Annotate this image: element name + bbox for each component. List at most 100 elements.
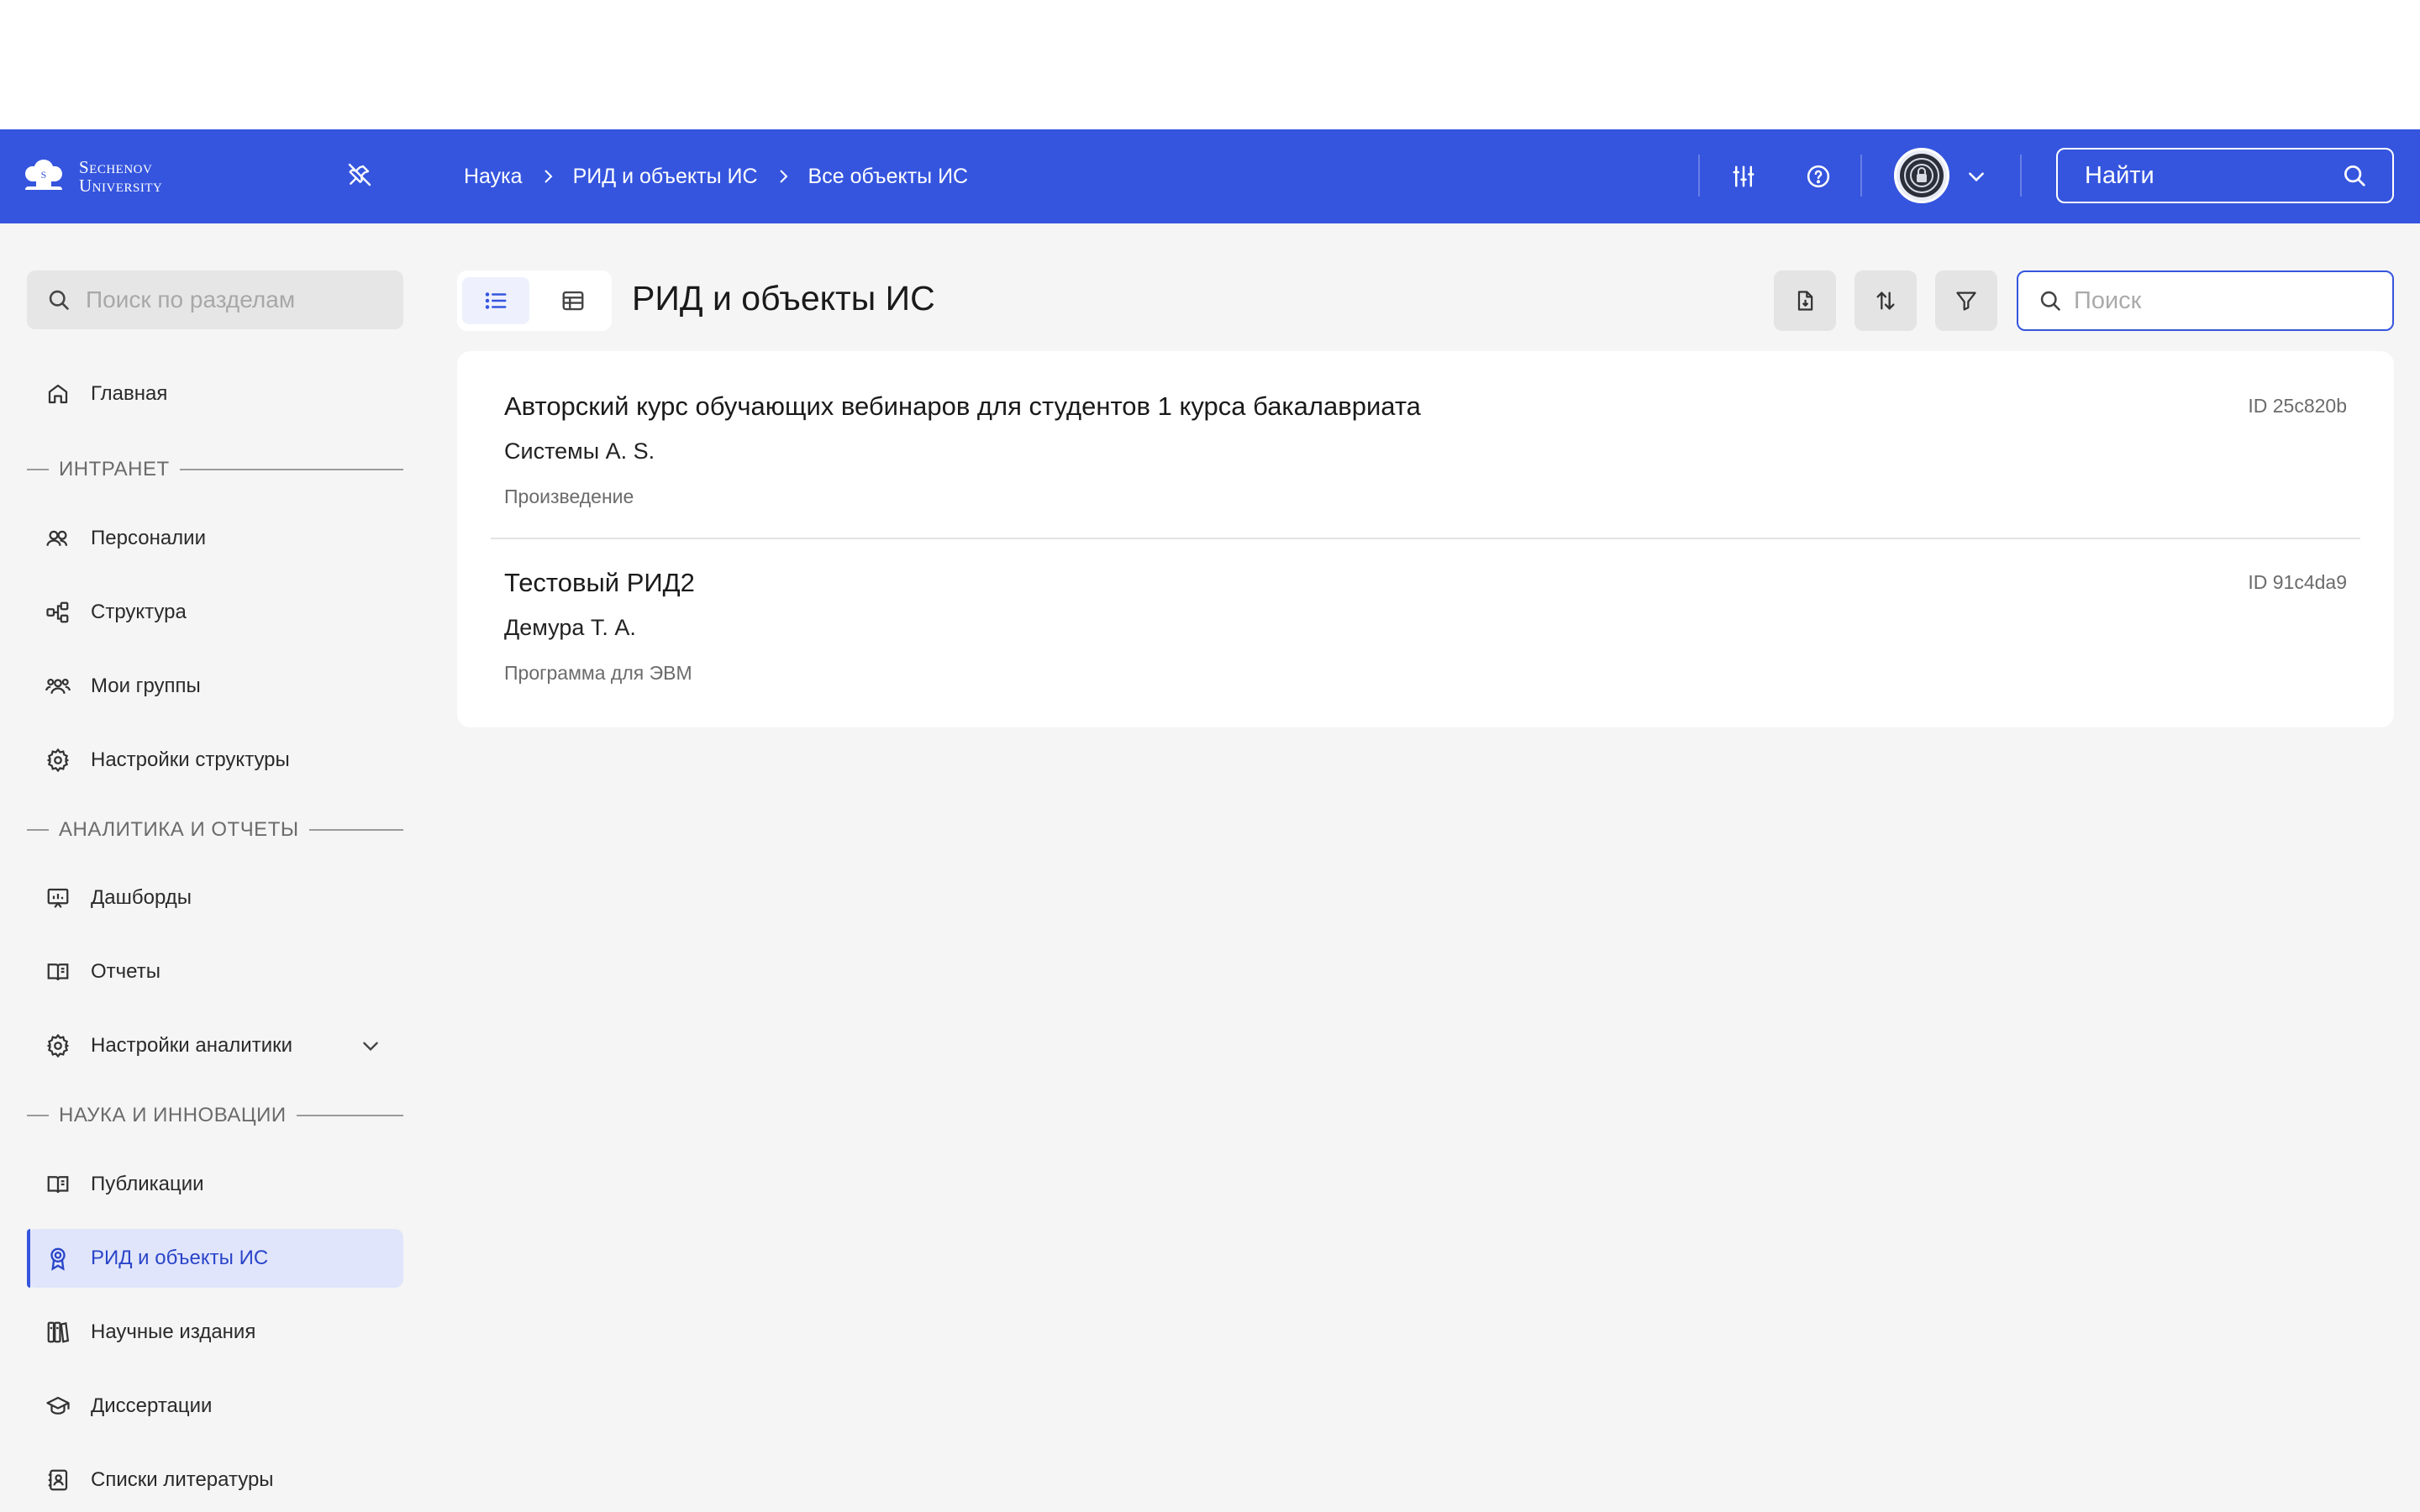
sidebar-item-label: Настройки аналитики: [91, 1034, 293, 1057]
section-header-intranet: ИНТРАНЕТ: [27, 457, 403, 482]
section-label: ИНТРАНЕТ: [59, 458, 170, 480]
filter-button[interactable]: [1935, 270, 1997, 331]
header-divider: [2020, 155, 2022, 197]
top-blank-area: [0, 0, 2420, 129]
filter-icon: [1956, 291, 1976, 311]
sidebar-item-label: Научные издания: [91, 1320, 256, 1343]
header-divider: [1860, 155, 1862, 197]
home-icon: [45, 381, 71, 407]
breadcrumb: Наука РИД и объекты ИС Все объекты ИС: [464, 160, 968, 193]
help-icon[interactable]: [1802, 160, 1835, 193]
page-title: РИД и объекты ИС: [632, 279, 935, 318]
chevron-right-icon: [758, 166, 808, 186]
chevron-right-icon: [523, 166, 573, 186]
sidebar-item-label: Отчеты: [91, 960, 160, 983]
search-icon: [2040, 291, 2060, 311]
record-title[interactable]: Тестовый РИД2: [504, 568, 695, 598]
sidebar-item-label: Персоналии: [91, 527, 206, 549]
record-type: Произведение: [504, 486, 634, 507]
address-book-icon: [45, 1467, 71, 1493]
sidebar-item-dissertations[interactable]: Диссертации: [27, 1377, 403, 1436]
records-search-input[interactable]: [2074, 286, 2385, 315]
sidebar-item-sci-editions[interactable]: Научные издания: [27, 1303, 403, 1362]
sidebar-item-home[interactable]: Главная: [27, 365, 403, 423]
sidebar-item-rid[interactable]: РИД и объекты ИС: [27, 1229, 403, 1288]
book-icon: [45, 959, 71, 984]
sidebar-search[interactable]: [27, 270, 403, 329]
sidebar-item-label: Структура: [91, 601, 187, 623]
sidebar-item-reports[interactable]: Отчеты: [27, 942, 403, 1001]
search-icon: [2344, 165, 2365, 186]
list-item[interactable]: Тестовый РИД2 Демура Т. А. Программа для…: [457, 528, 2394, 704]
sidebar-item-literature[interactable]: Списки литературы: [27, 1451, 403, 1509]
sidebar-item-label: Настройки структуры: [91, 748, 290, 771]
sort-button[interactable]: [1854, 270, 1917, 331]
records-search[interactable]: [2017, 270, 2394, 331]
award-icon: [45, 1246, 71, 1271]
list-view-button[interactable]: [462, 277, 529, 324]
record-author: Демура Т. А.: [504, 615, 636, 640]
sidebar-item-label: Дашборды: [91, 886, 192, 909]
sidebar-item-label: Мои группы: [91, 675, 201, 697]
global-search-label: Найти: [2085, 161, 2154, 189]
logo-line-2: University: [79, 176, 163, 196]
list-item[interactable]: Авторский курс обучающих вебинаров для с…: [457, 351, 2394, 528]
breadcrumb-rid[interactable]: РИД и объекты ИС: [573, 165, 758, 189]
svg-text:S: S: [41, 169, 47, 181]
chevron-down-icon[interactable]: [360, 1035, 381, 1063]
sidebar-item-label: Списки литературы: [91, 1468, 274, 1491]
sidebar-item-analytics-settings[interactable]: Настройки аналитики: [27, 1016, 403, 1075]
settings-sliders-icon[interactable]: [1727, 160, 1760, 193]
export-button[interactable]: [1774, 270, 1836, 331]
gear-icon: [45, 748, 71, 773]
table-view-button[interactable]: [539, 277, 607, 324]
section-label: НАУКА И ИННОВАЦИИ: [59, 1104, 287, 1126]
list-icon: [485, 292, 507, 309]
avatar[interactable]: [1894, 148, 1949, 203]
sidebar-search-input[interactable]: [86, 286, 388, 313]
section-header-analytics: АНАЛИТИКА И ОТЧЕТЫ: [27, 817, 403, 843]
record-id: ID 25c820b: [2248, 395, 2347, 417]
sidebar-item-label: РИД и объекты ИС: [91, 1247, 269, 1269]
records-list: Авторский курс обучающих вебинаров для с…: [457, 351, 2394, 727]
logo-line-1: Sechenov: [79, 157, 153, 177]
sidebar-item-label: Публикации: [91, 1173, 204, 1195]
breadcrumb-science[interactable]: Наука: [464, 165, 523, 189]
dashboard-icon: [45, 885, 71, 911]
sidebar-item-persons[interactable]: Персоналии: [27, 509, 403, 568]
sidebar-item-structure-settings[interactable]: Настройки структуры: [27, 731, 403, 790]
chevron-down-icon[interactable]: [1960, 160, 1993, 193]
search-icon: [49, 290, 69, 310]
gear-icon: [45, 1033, 71, 1058]
sort-icon: [1876, 291, 1895, 310]
books-icon: [45, 1320, 71, 1345]
tree-logo-icon: S: [25, 160, 62, 190]
record-title[interactable]: Авторский курс обучающих вебинаров для с…: [504, 391, 1421, 422]
top-header: S Sechenov University Наука РИД и объект…: [0, 129, 2420, 223]
sidebar-item-label: Диссертации: [91, 1394, 213, 1417]
sidebar-item-my-groups[interactable]: Мои группы: [27, 657, 403, 716]
sidebar: Главная ИНТРАНЕТ Персоналии Структура Мо…: [0, 223, 430, 1512]
unpin-sidebar-icon[interactable]: [346, 161, 373, 188]
section-header-science: НАУКА И ИННОВАЦИИ: [27, 1103, 403, 1128]
global-search-button[interactable]: Найти: [2056, 148, 2394, 203]
record-author: Системы А. S.: [504, 438, 655, 464]
view-mode-toggle: [457, 270, 612, 331]
sidebar-item-dashboards[interactable]: Дашборды: [27, 869, 403, 927]
file-download-icon: [1797, 291, 1813, 311]
section-label: АНАЛИТИКА И ОТЧЕТЫ: [59, 818, 299, 841]
sidebar-item-structure[interactable]: Структура: [27, 583, 403, 642]
record-type: Программа для ЭВМ: [504, 662, 692, 684]
sidebar-item-publications[interactable]: Публикации: [27, 1155, 403, 1214]
group-icon: [45, 674, 71, 699]
breadcrumb-all-objects: Все объекты ИС: [808, 164, 969, 188]
table-icon: [562, 291, 584, 311]
book-icon: [45, 1172, 71, 1197]
sechenov-logo[interactable]: S Sechenov University: [17, 155, 162, 198]
structure-icon: [45, 600, 71, 625]
record-id: ID 91c4da9: [2248, 571, 2347, 593]
sidebar-item-label: Главная: [91, 382, 168, 405]
users-icon: [45, 526, 71, 551]
graduation-cap-icon: [45, 1394, 71, 1419]
header-divider: [1698, 155, 1700, 197]
